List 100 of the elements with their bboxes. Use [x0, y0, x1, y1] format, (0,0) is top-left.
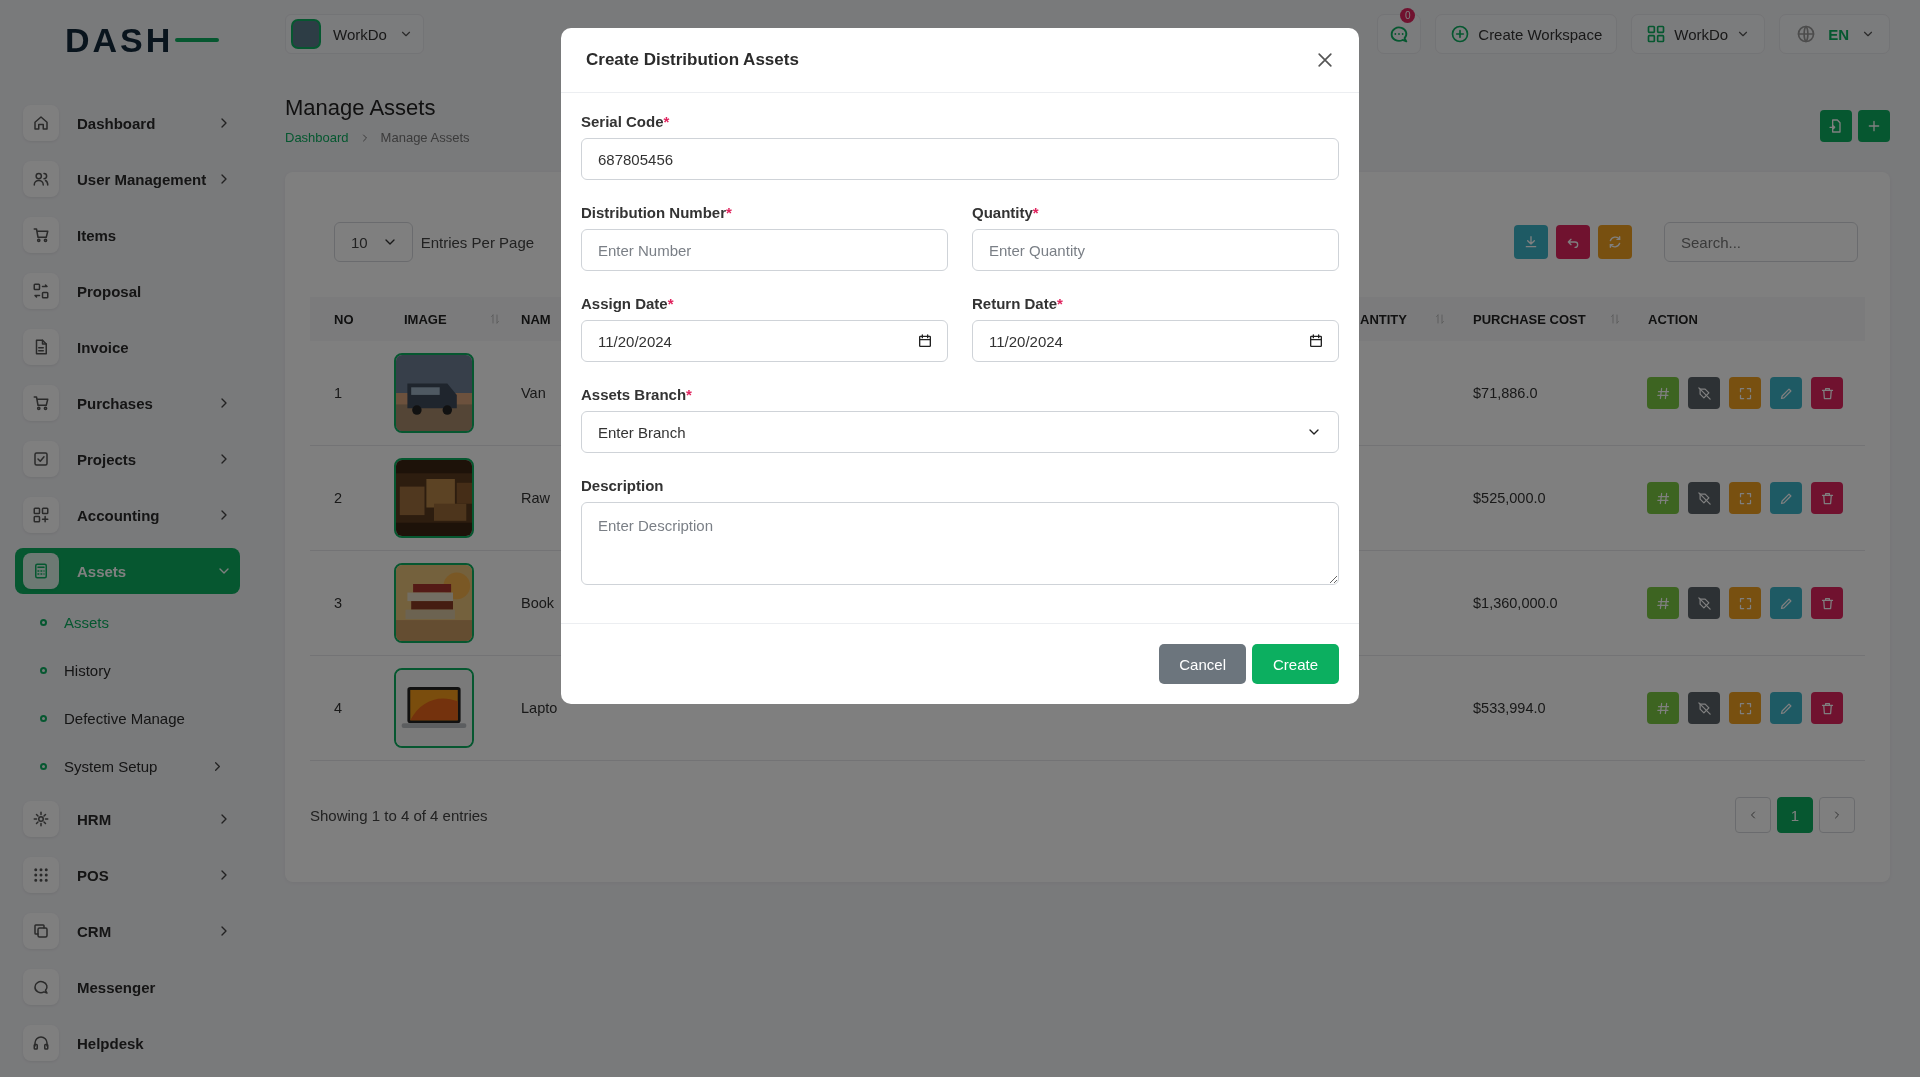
tag-off-icon [1696, 490, 1712, 506]
edit-button[interactable] [1770, 482, 1802, 514]
table-cell: Van [521, 385, 546, 401]
column-header: NO [334, 311, 354, 327]
checkbox-icon [32, 450, 50, 468]
nav-item[interactable]: Items [15, 212, 240, 258]
nav-item[interactable]: HRM [15, 796, 240, 842]
close-icon [1315, 50, 1335, 70]
workspace-menu[interactable]: WorkDo [1631, 14, 1766, 54]
nav-item[interactable]: Proposal [15, 268, 240, 314]
field-label: Quantity* [972, 204, 1040, 221]
search-field[interactable]: Search... [1664, 222, 1858, 262]
plus-icon [1866, 118, 1882, 134]
nav-item[interactable]: User Management [15, 156, 240, 202]
nav-item[interactable]: Helpdesk [15, 1020, 240, 1066]
table-cell-text: 4 [333, 700, 344, 716]
expand-icon [1737, 595, 1753, 611]
page-button[interactable]: 1 [1777, 797, 1813, 833]
input-field[interactable]: 687805456 [581, 138, 1339, 180]
hash-icon [1655, 700, 1671, 716]
refresh-icon [1607, 234, 1623, 250]
expand-icon [1737, 700, 1753, 716]
text-area[interactable]: Enter Description [581, 502, 1339, 585]
grid-icon [1646, 24, 1667, 44]
edit-button[interactable] [1770, 692, 1802, 724]
hash-icon [1655, 490, 1671, 506]
create-button[interactable]: Create [1251, 644, 1339, 684]
previous-page-button[interactable] [1735, 797, 1771, 833]
delete-button[interactable] [1811, 482, 1843, 514]
input-field[interactable]: Enter Quantity [972, 229, 1339, 271]
no-tag-button[interactable] [1688, 482, 1720, 514]
expand-button[interactable] [1729, 377, 1761, 409]
submenu-item[interactable]: System Setup [15, 742, 225, 790]
nav-item[interactable]: Dashboard [15, 100, 240, 146]
cancel-button[interactable]: Cancel [1159, 644, 1246, 684]
refresh-button[interactable] [1598, 225, 1632, 259]
tag-off-icon [1696, 595, 1712, 611]
edit-button[interactable] [1770, 587, 1802, 619]
date-field[interactable]: 11/20/2024 [972, 320, 1339, 362]
hash-icon [1655, 595, 1671, 611]
no-tag-button[interactable] [1688, 692, 1720, 724]
select-field[interactable]: Enter Branch [581, 411, 1339, 453]
nav-item[interactable]: Messenger [15, 964, 240, 1010]
tag-off-icon [1696, 700, 1712, 716]
field-label: Description [581, 477, 665, 494]
entries-info: Showing 1 to 4 of 4 entries [310, 806, 488, 824]
date-field[interactable]: 11/20/2024 [581, 320, 948, 362]
calendar-icon [917, 333, 933, 349]
nav-item[interactable]: CRM [15, 908, 240, 954]
undo-button[interactable] [1556, 225, 1590, 259]
next-page-button[interactable] [1819, 797, 1855, 833]
hash-icon [1655, 385, 1671, 401]
workspace-dropdown[interactable]: WorkDo [285, 14, 424, 54]
table-cell: $71,886.0 [1473, 385, 1538, 401]
headphones-icon [32, 1034, 50, 1052]
expand-button[interactable] [1729, 587, 1761, 619]
table-cell-text: 1 [333, 385, 344, 401]
add-button[interactable] [1858, 110, 1890, 142]
expand-button[interactable] [1729, 692, 1761, 724]
code-button[interactable] [1647, 587, 1679, 619]
nav-item[interactable]: Invoice [15, 324, 240, 370]
nav-item[interactable]: POS [15, 852, 240, 898]
nav-item[interactable]: Purchases [15, 380, 240, 426]
delete-button[interactable] [1811, 692, 1843, 724]
entries-select[interactable]: 10 [334, 222, 413, 262]
nav-item[interactable]: Projects [15, 436, 240, 482]
expand-button[interactable] [1729, 482, 1761, 514]
column-header: PURCHASE COST [1473, 311, 1586, 327]
workspace-logo [291, 19, 321, 49]
users-icon [32, 170, 50, 188]
table-cell: $533,994.0 [1473, 700, 1546, 716]
submenu-item[interactable]: History [15, 646, 225, 694]
edit-button[interactable] [1770, 377, 1802, 409]
table-cell: $1,360,000.0 [1473, 595, 1558, 611]
close-button[interactable] [1315, 50, 1335, 70]
breadcrumb-current: Manage Assets [380, 130, 470, 145]
import-button[interactable] [1820, 110, 1852, 142]
field-label: Assign Date* [581, 295, 675, 312]
delete-button[interactable] [1811, 587, 1843, 619]
cart-icon [32, 226, 50, 244]
code-button[interactable] [1647, 692, 1679, 724]
field-label: Distribution Number* [581, 204, 733, 221]
tag-off-icon [1696, 385, 1712, 401]
nav-item[interactable]: Accounting [15, 492, 240, 538]
nav-item[interactable]: Assets [15, 548, 240, 594]
code-button[interactable] [1647, 482, 1679, 514]
code-button[interactable] [1647, 377, 1679, 409]
column-header: ANTITY [1360, 311, 1407, 327]
submenu-item[interactable]: Defective Manage [15, 694, 225, 742]
no-tag-button[interactable] [1688, 587, 1720, 619]
input-field[interactable]: Enter Number [581, 229, 948, 271]
download-button[interactable] [1514, 225, 1548, 259]
delete-button[interactable] [1811, 377, 1843, 409]
trash-icon [1819, 490, 1835, 506]
no-tag-button[interactable] [1688, 377, 1720, 409]
home-icon [32, 114, 50, 132]
create-workspace-button[interactable]: Create Workspace [1435, 14, 1618, 54]
calendar-icon [1308, 333, 1324, 349]
trash-icon [1819, 385, 1835, 401]
globe-icon [1796, 24, 1817, 44]
